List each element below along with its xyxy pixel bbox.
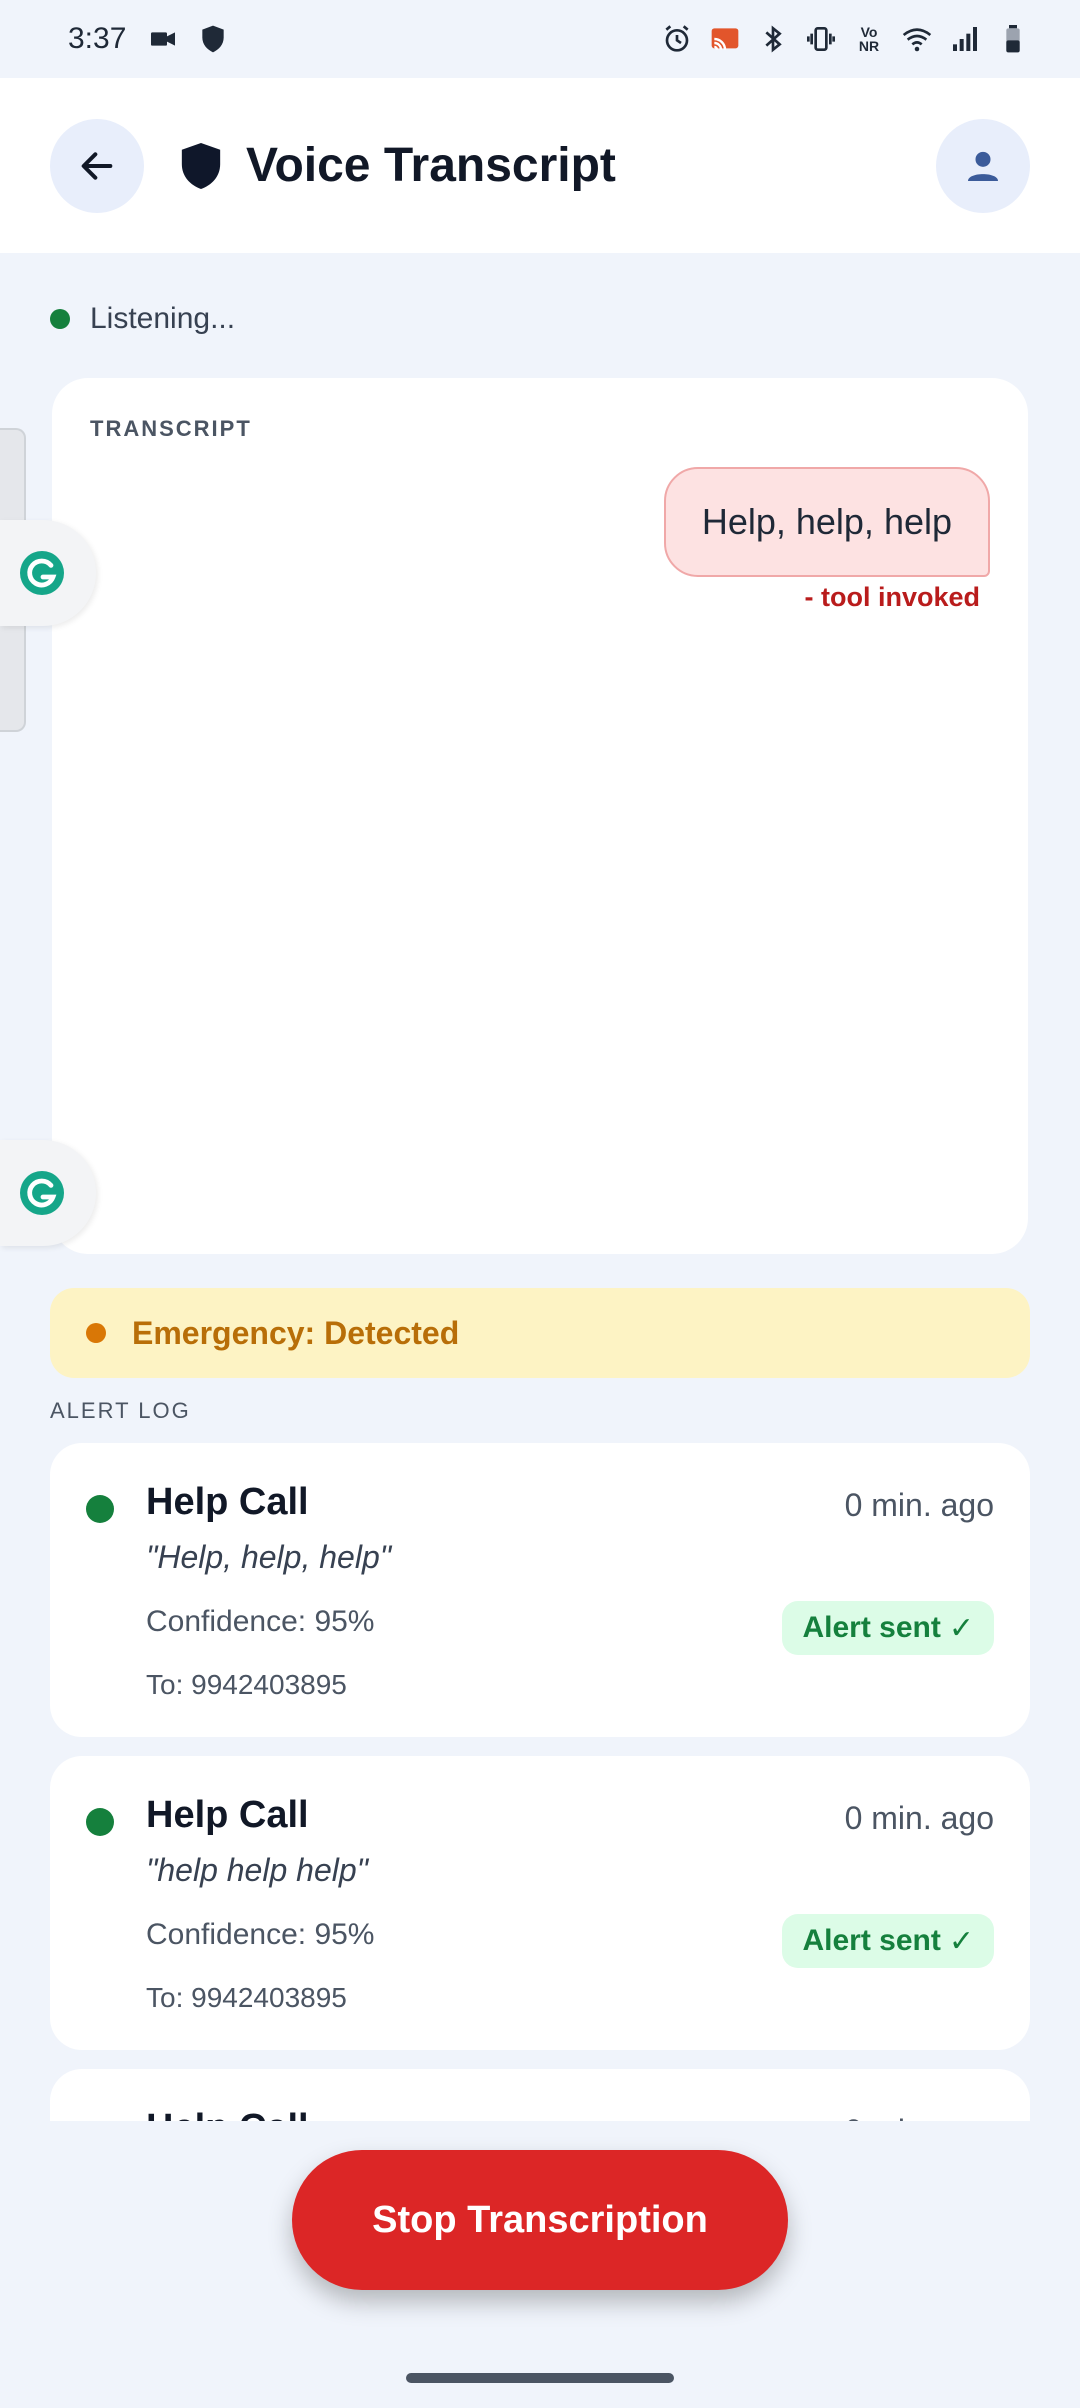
app-header: Voice Transcript xyxy=(0,78,1080,253)
alert-badge-label: Alert sent xyxy=(802,1611,941,1644)
alert-status-dot xyxy=(86,1495,114,1523)
alert-confidence: Confidence: 95% xyxy=(146,1605,375,1638)
alert-card[interactable]: Help Call 0 min. ago "help help help" Co… xyxy=(50,1756,1030,2050)
alert-time: 0 min. ago xyxy=(844,1800,994,1836)
listening-status: Listening... xyxy=(50,302,235,336)
listening-dot xyxy=(50,309,70,329)
alert-sent-badge: Alert sent ✓ xyxy=(782,1914,994,1968)
alert-badge-label: Alert sent xyxy=(802,1924,941,1957)
check-icon: ✓ xyxy=(948,1611,974,1645)
status-time: 3:37 xyxy=(68,22,127,55)
arrow-left-icon xyxy=(81,151,113,180)
cast-icon xyxy=(708,22,742,56)
alert-sent-badge: Alert sent ✓ xyxy=(782,1601,994,1655)
emergency-text: Emergency: Detected xyxy=(132,1314,460,1351)
alert-quote: "help help help" xyxy=(146,1852,368,1888)
shield-icon xyxy=(196,22,230,56)
wifi-icon xyxy=(900,22,934,56)
alert-quote: "Help, help, help" xyxy=(146,1539,392,1575)
shield-icon xyxy=(181,142,221,189)
page-title: Voice Transcript xyxy=(246,139,616,192)
alert-log-label: ALERT LOG xyxy=(50,1398,191,1423)
grammarly-icon xyxy=(20,551,64,595)
alert-log-list[interactable]: Help Call 0 min. ago "Help, help, help" … xyxy=(0,1443,1080,2121)
alert-recipient: To: 9942403895 xyxy=(146,1982,347,2013)
emergency-banner: Emergency: Detected xyxy=(50,1288,1030,1378)
vonr-icon: Vo NR xyxy=(852,22,886,56)
alert-title: Help Call xyxy=(146,2107,309,2121)
video-icon xyxy=(146,22,180,56)
app-screen: 3:37 Vo NR Voice Transcript Listening...… xyxy=(0,0,1080,2408)
grammarly-icon xyxy=(20,1171,64,1215)
alert-time: 0 min. ago xyxy=(844,1487,994,1523)
tool-invoked-note: - tool invoked xyxy=(804,582,981,612)
battery-icon xyxy=(996,22,1030,56)
home-indicator[interactable] xyxy=(406,2373,674,2383)
alert-card[interactable]: Help Call 0 min. ago "Help, help, help" … xyxy=(50,1443,1030,1737)
signal-icon xyxy=(948,22,982,56)
stop-transcription-button[interactable]: Stop Transcription xyxy=(292,2150,788,2290)
status-bar: 3:37 Vo NR xyxy=(0,0,1080,78)
alert-status-dot xyxy=(86,1808,114,1836)
back-button[interactable] xyxy=(50,118,144,213)
vonr-line2: NR xyxy=(858,38,880,54)
transcript-panel[interactable]: TRANSCRIPT Help, help, help - tool invok… xyxy=(52,378,1028,1254)
person-icon xyxy=(968,151,998,181)
alarm-icon xyxy=(660,22,694,56)
alert-title: Help Call xyxy=(146,1481,309,1523)
vibrate-icon xyxy=(804,22,838,56)
listening-text: Listening... xyxy=(90,302,236,335)
emergency-dot xyxy=(86,1323,106,1343)
check-icon: ✓ xyxy=(948,1924,974,1958)
alert-card[interactable]: Help Call 0 min. ago xyxy=(50,2069,1030,2121)
alert-time: 0 min. ago xyxy=(845,2113,994,2121)
transcript-message: Help, help, help xyxy=(663,467,990,577)
profile-button[interactable] xyxy=(936,118,1030,213)
alert-confidence: Confidence: 95% xyxy=(146,1918,375,1951)
bluetooth-icon xyxy=(756,22,790,56)
alert-title: Help Call xyxy=(146,1794,309,1836)
alert-recipient: To: 9942403895 xyxy=(146,1669,347,1700)
transcript-label: TRANSCRIPT xyxy=(90,416,252,441)
